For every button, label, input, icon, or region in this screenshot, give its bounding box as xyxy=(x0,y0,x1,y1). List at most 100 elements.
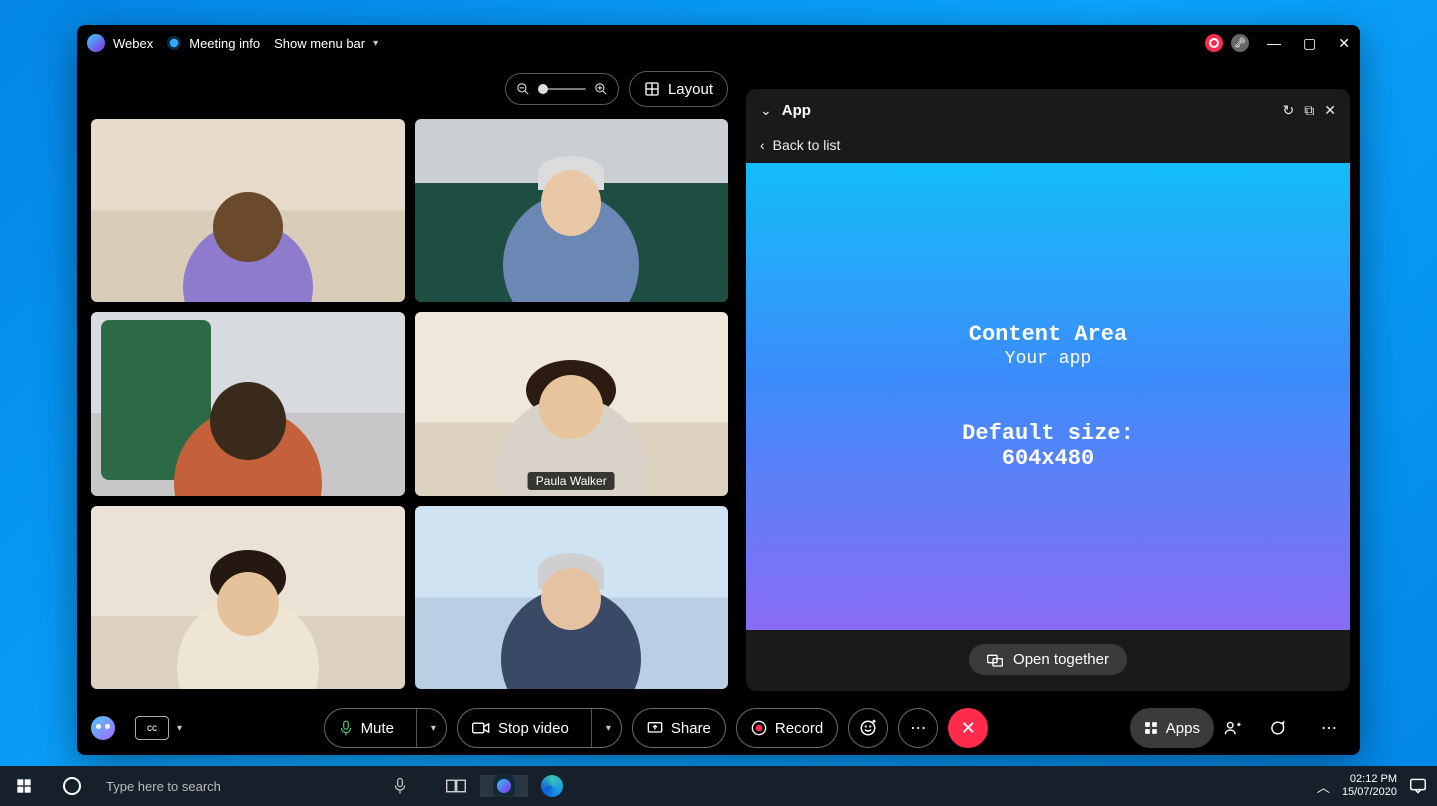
webex-window: Webex Meeting info Show menu bar ▾ 🗝 — ▢… xyxy=(77,25,1360,755)
webex-app-icon xyxy=(493,775,515,797)
cc-button[interactable]: cc ▾ xyxy=(135,716,182,740)
record-button[interactable]: Record xyxy=(736,708,838,748)
back-label: Back to list xyxy=(773,137,841,153)
zoom-control[interactable] xyxy=(505,73,619,105)
maximize-button[interactable]: ▢ xyxy=(1303,35,1316,52)
windows-logo-icon xyxy=(16,778,32,794)
zoom-in-icon xyxy=(594,82,608,96)
chevron-down-icon: ▾ xyxy=(177,723,182,734)
participant-tile[interactable] xyxy=(91,506,405,689)
participants-panel-button[interactable] xyxy=(1224,720,1258,736)
layout-grid-icon xyxy=(644,81,660,97)
panel-title: App xyxy=(782,102,811,119)
participant-tile[interactable] xyxy=(91,312,405,495)
chevron-down-icon: ▾ xyxy=(606,723,611,734)
chat-panel-button[interactable] xyxy=(1268,720,1302,736)
action-center-button[interactable] xyxy=(1409,778,1427,794)
meeting-info-label: Meeting info xyxy=(189,36,260,51)
microphone-icon xyxy=(393,777,407,795)
back-to-list-button[interactable]: ‹ Back to list xyxy=(746,131,1350,163)
tray-chevron[interactable]: ︿ xyxy=(1317,777,1330,796)
cortana-button[interactable] xyxy=(48,766,96,806)
ellipsis-icon: ⋯ xyxy=(910,718,926,738)
close-panel-icon[interactable]: ✕ xyxy=(1324,102,1336,119)
app-name: Webex xyxy=(113,36,153,51)
close-icon: ✕ xyxy=(961,718,976,739)
open-together-icon xyxy=(987,653,1003,667)
chevron-down-icon: ▾ xyxy=(431,723,436,734)
popout-icon[interactable]: ⧉ xyxy=(1304,102,1314,119)
meeting-controls: cc ▾ Mute ▾ Stop video ▾ Share Record xyxy=(77,701,1360,755)
cc-icon: cc xyxy=(135,716,169,740)
system-clock[interactable]: 02:12 PM 15/07/2020 xyxy=(1342,773,1397,798)
participant-tile-active[interactable]: Paula Walker xyxy=(415,312,729,495)
video-options[interactable]: ▾ xyxy=(591,709,621,747)
participant-name-tag: Paula Walker xyxy=(528,472,615,490)
show-menu-label: Show menu bar xyxy=(274,36,365,51)
time: 02:12 PM xyxy=(1350,773,1397,786)
minimize-button[interactable]: — xyxy=(1267,35,1281,52)
notification-icon xyxy=(1409,778,1427,794)
assistant-icon[interactable] xyxy=(91,716,115,740)
encryption-icon: 🗝 xyxy=(1231,34,1249,52)
titlebar: Webex Meeting info Show menu bar ▾ 🗝 — ▢… xyxy=(77,25,1360,61)
people-icon xyxy=(1224,720,1242,736)
collapse-panel-button[interactable]: ⌄ xyxy=(760,102,772,119)
task-view-icon xyxy=(446,778,466,794)
microphone-icon xyxy=(339,720,353,736)
mute-button[interactable]: Mute ▾ xyxy=(324,708,447,748)
close-button[interactable]: ✕ xyxy=(1338,35,1350,52)
show-menu-bar-button[interactable]: Show menu bar ▾ xyxy=(274,36,378,51)
start-button[interactable] xyxy=(0,766,48,806)
record-icon xyxy=(1205,34,1223,52)
share-screen-icon xyxy=(647,721,663,735)
record-circle-icon xyxy=(751,720,767,736)
refresh-icon[interactable]: ↻ xyxy=(1283,102,1295,119)
taskbar-app-webex[interactable] xyxy=(480,775,528,797)
more-options-button[interactable]: ⋯ xyxy=(898,708,938,748)
ellipsis-icon: ⋯ xyxy=(1321,720,1337,737)
task-view-button[interactable] xyxy=(432,778,480,794)
voice-search-button[interactable] xyxy=(376,766,424,806)
zoom-slider[interactable] xyxy=(538,88,586,90)
video-icon xyxy=(472,721,490,735)
meeting-info-button[interactable]: Meeting info xyxy=(167,36,260,51)
cortana-icon xyxy=(63,777,81,795)
chevron-down-icon: ▾ xyxy=(373,38,378,49)
info-icon xyxy=(167,36,181,50)
participant-tile[interactable] xyxy=(415,506,729,689)
participant-tile[interactable] xyxy=(91,119,405,302)
embedded-app-content: Content Area Your app Default size: 604x… xyxy=(746,163,1350,630)
chat-icon xyxy=(1268,720,1286,736)
windows-taskbar: Type here to search ︿ 02:12 PM 15/07/202… xyxy=(0,766,1437,806)
search-placeholder: Type here to search xyxy=(106,779,221,794)
content-size-label: Default size: xyxy=(962,421,1134,446)
taskbar-app-edge[interactable] xyxy=(528,775,576,797)
layout-label: Layout xyxy=(668,81,713,98)
mute-options[interactable]: ▾ xyxy=(416,709,446,747)
open-together-button[interactable]: Open together xyxy=(969,644,1127,675)
stop-video-button[interactable]: Stop video ▾ xyxy=(457,708,622,748)
apps-button[interactable]: Apps xyxy=(1130,708,1214,748)
panel-more-button[interactable]: ⋯ xyxy=(1312,718,1346,738)
layout-button[interactable]: Layout xyxy=(629,71,728,107)
participant-tile[interactable] xyxy=(415,119,729,302)
video-area: Layout Paula Walker xyxy=(87,61,732,693)
reactions-button[interactable] xyxy=(848,708,888,748)
app-side-panel: ⌄ App ↻ ⧉ ✕ ‹ Back to list Content Area … xyxy=(746,89,1350,691)
end-call-button[interactable]: ✕ xyxy=(948,708,988,748)
record-label: Record xyxy=(775,720,823,737)
apps-label: Apps xyxy=(1166,720,1200,737)
open-together-label: Open together xyxy=(1013,651,1109,668)
stop-video-label: Stop video xyxy=(498,720,569,737)
apps-grid-icon xyxy=(1144,721,1158,735)
app-brand[interactable]: Webex xyxy=(87,34,153,52)
recording-indicator[interactable]: 🗝 xyxy=(1205,34,1249,52)
edge-app-icon xyxy=(541,775,563,797)
mute-label: Mute xyxy=(361,720,394,737)
content-subtitle: Your app xyxy=(1005,349,1091,369)
zoom-out-icon xyxy=(516,82,530,96)
share-button[interactable]: Share xyxy=(632,708,726,748)
taskbar-search[interactable]: Type here to search xyxy=(96,766,376,806)
smiley-plus-icon xyxy=(859,719,877,737)
